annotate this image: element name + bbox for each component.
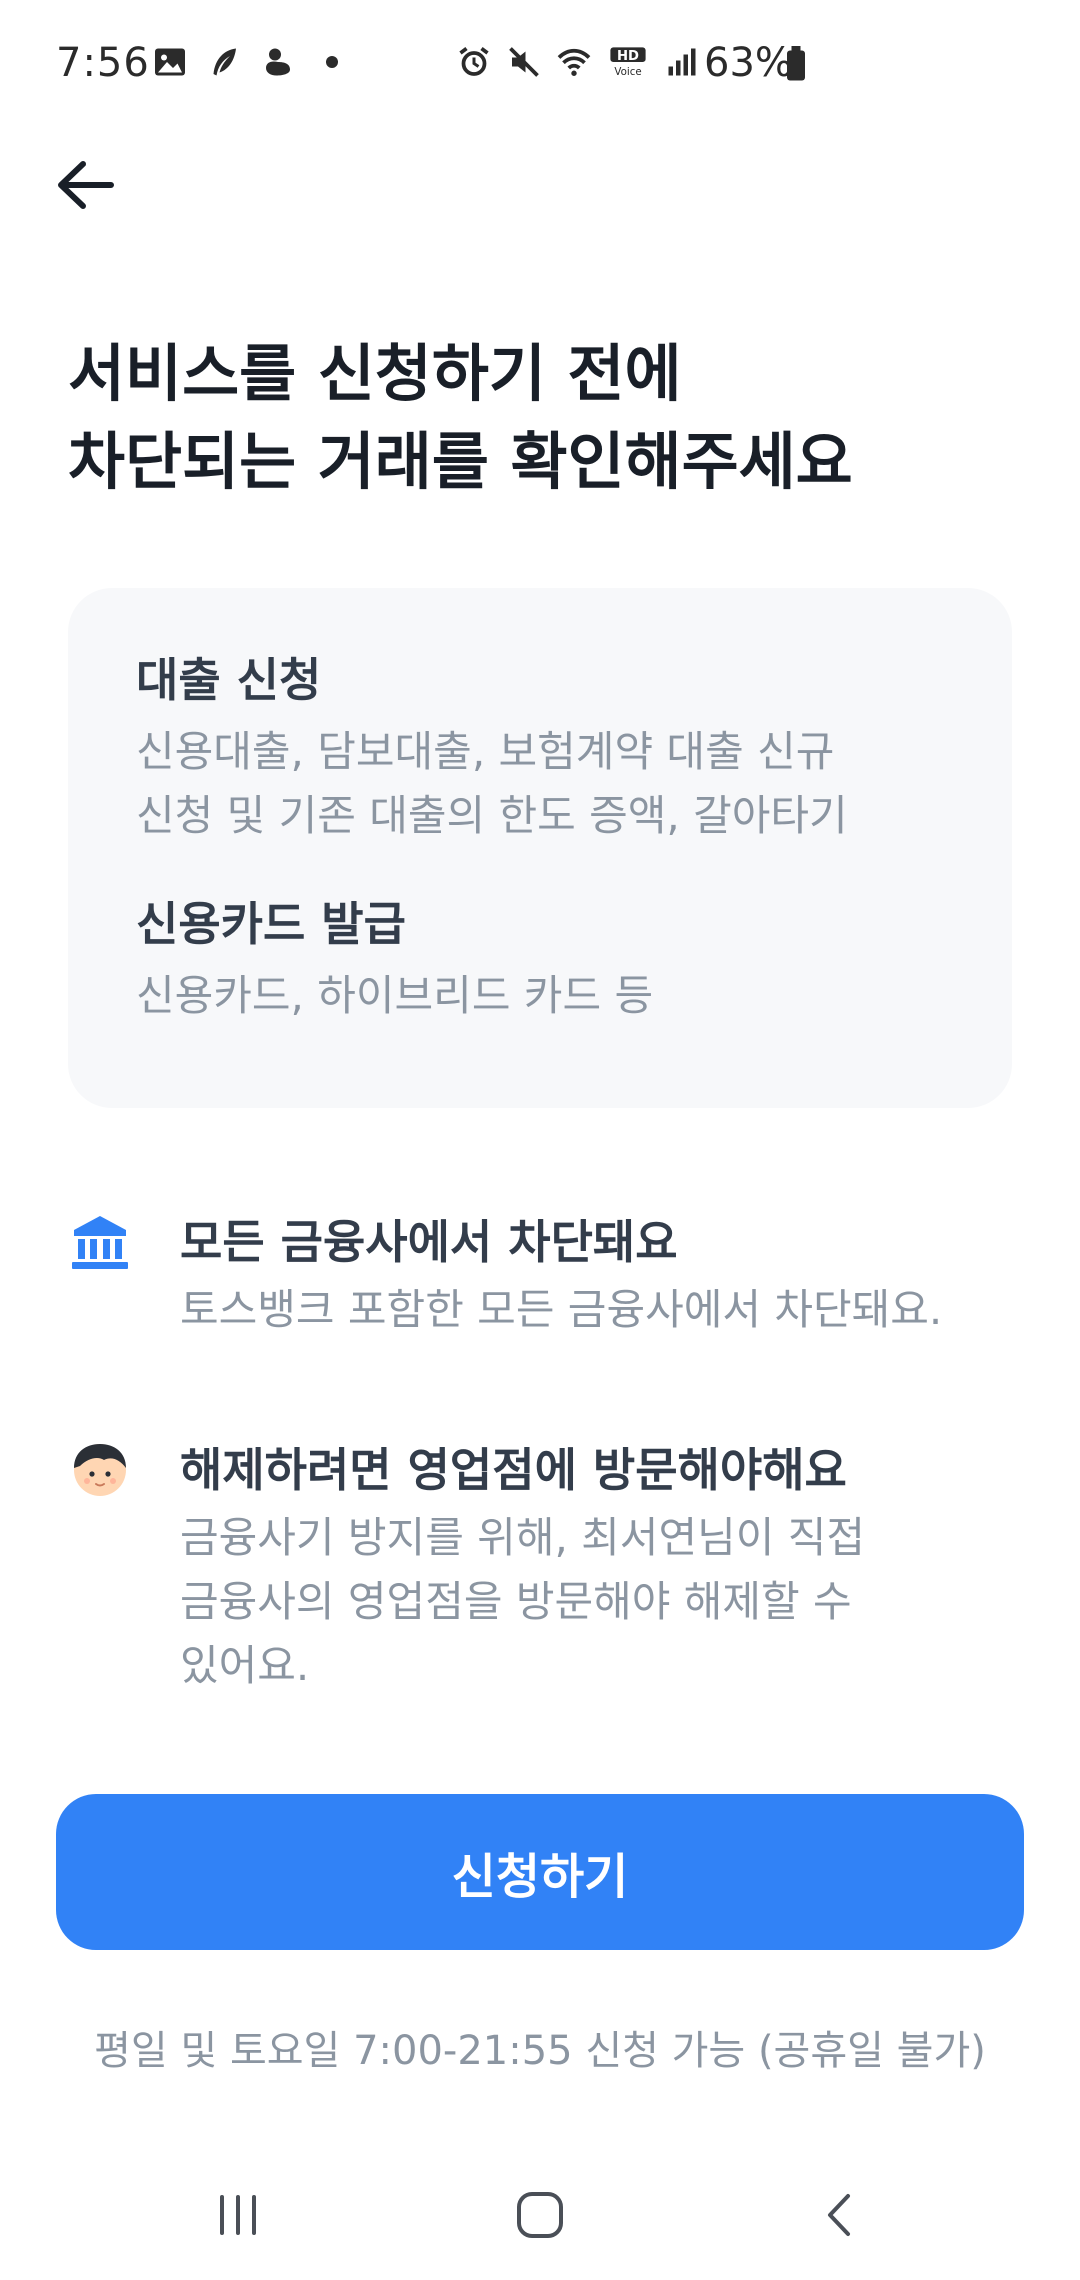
credit-card-desc-line1: 신용카드, 하이브리드 카드 등 <box>136 971 654 1020</box>
page-title-line2: 차단되는 거래를 확인해주세요 <box>68 425 853 498</box>
loan-desc-line1: 신용대출, 담보대출, 보험계약 대출 신규 <box>136 727 835 776</box>
status-time: 7:56 <box>56 40 150 86</box>
person-icon <box>74 1444 126 1496</box>
status-left-icons <box>152 44 350 80</box>
status-right-icons: HD Voice <box>456 44 700 80</box>
wifi-icon <box>557 48 591 76</box>
system-nav-bar <box>0 2150 1080 2280</box>
dot-icon <box>326 56 338 68</box>
credit-card-description: 신용카드, 하이브리드 카드 등 <box>136 964 976 1028</box>
signal-icon <box>668 48 696 76</box>
screen: 7:56 HD Voice 63% 서비스를 신청하기 전에 차단되는 거래를 … <box>0 0 1080 2280</box>
feather-icon <box>213 48 236 76</box>
loan-desc-line2: 신청 및 기존 대출의 한도 증액, 갈아타기 <box>136 791 848 840</box>
notice-all-institutions-desc-line1: 토스뱅크 포함한 모든 금융사에서 차단돼요. <box>180 1285 943 1334</box>
notice-all-institutions-text: 모든 금융사에서 차단돼요 토스뱅크 포함한 모든 금융사에서 차단돼요. <box>180 1210 1020 1342</box>
battery-icon <box>787 46 805 81</box>
hd-voice-icon: HD Voice <box>610 47 646 78</box>
loan-section: 대출 신청 신용대출, 담보대출, 보험계약 대출 신규 신청 및 기존 대출의… <box>136 650 976 848</box>
back-icon <box>828 2194 850 2236</box>
recent-apps-button[interactable] <box>178 2170 298 2260</box>
page-title-line1: 서비스를 신청하기 전에 <box>68 337 682 410</box>
application-hours-note: 평일 및 토요일 7:00-21:55 신청 가능 (공휴일 불가) <box>94 2028 986 2074</box>
hd-label: HD <box>617 49 639 64</box>
system-back-button[interactable] <box>780 2170 900 2260</box>
notice-visit-branch-desc-line3: 있어요. <box>180 1641 310 1690</box>
notice-all-institutions-desc: 토스뱅크 포함한 모든 금융사에서 차단돼요. <box>180 1278 1020 1342</box>
notice-visit-branch-text: 해제하려면 영업점에 방문해야해요 금융사기 방지를 위해, 최서연님이 직접 … <box>180 1438 1020 1698</box>
arrow-left-icon <box>58 161 114 209</box>
loan-description: 신용대출, 담보대출, 보험계약 대출 신규 신청 및 기존 대출의 한도 증액… <box>136 720 976 848</box>
bank-icon <box>72 1216 128 1269</box>
notice-visit-branch-desc-line2: 금융사의 영업점을 방문해야 해제할 수 <box>180 1577 852 1626</box>
notice-visit-branch-desc-line1: 금융사기 방지를 위해, 최서연님이 직접 <box>180 1513 865 1562</box>
home-button[interactable] <box>480 2170 600 2260</box>
loan-title: 대출 신청 <box>136 653 322 707</box>
page-title: 서비스를 신청하기 전에 차단되는 거래를 확인해주세요 <box>68 330 1008 506</box>
notice-visit-branch-desc: 금융사기 방지를 위해, 최서연님이 직접 금융사의 영업점을 방문해야 해제할… <box>180 1506 1020 1698</box>
blocked-transactions-card: 대출 신청 신용대출, 담보대출, 보험계약 대출 신규 신청 및 기존 대출의… <box>68 588 1012 1108</box>
gallery-icon <box>155 48 185 76</box>
credit-card-section: 신용카드 발급 신용카드, 하이브리드 카드 등 <box>136 894 976 1028</box>
notice-all-institutions-title: 모든 금융사에서 차단돼요 <box>180 1215 678 1269</box>
back-button[interactable] <box>40 140 130 230</box>
apply-button[interactable]: 신청하기 <box>56 1794 1024 1950</box>
voice-label: Voice <box>614 66 641 78</box>
credit-card-title: 신용카드 발급 <box>136 897 406 951</box>
notice-visit-branch-title: 해제하려면 영업점에 방문해야해요 <box>180 1443 847 1497</box>
alarm-icon <box>459 47 489 76</box>
home-icon <box>517 2192 563 2238</box>
battery-percent: 63% <box>704 40 793 86</box>
duck-icon <box>266 48 290 76</box>
mute-icon <box>509 47 539 77</box>
recent-apps-icon <box>220 2195 256 2235</box>
status-bar: 7:56 HD Voice 63% <box>0 0 1080 130</box>
